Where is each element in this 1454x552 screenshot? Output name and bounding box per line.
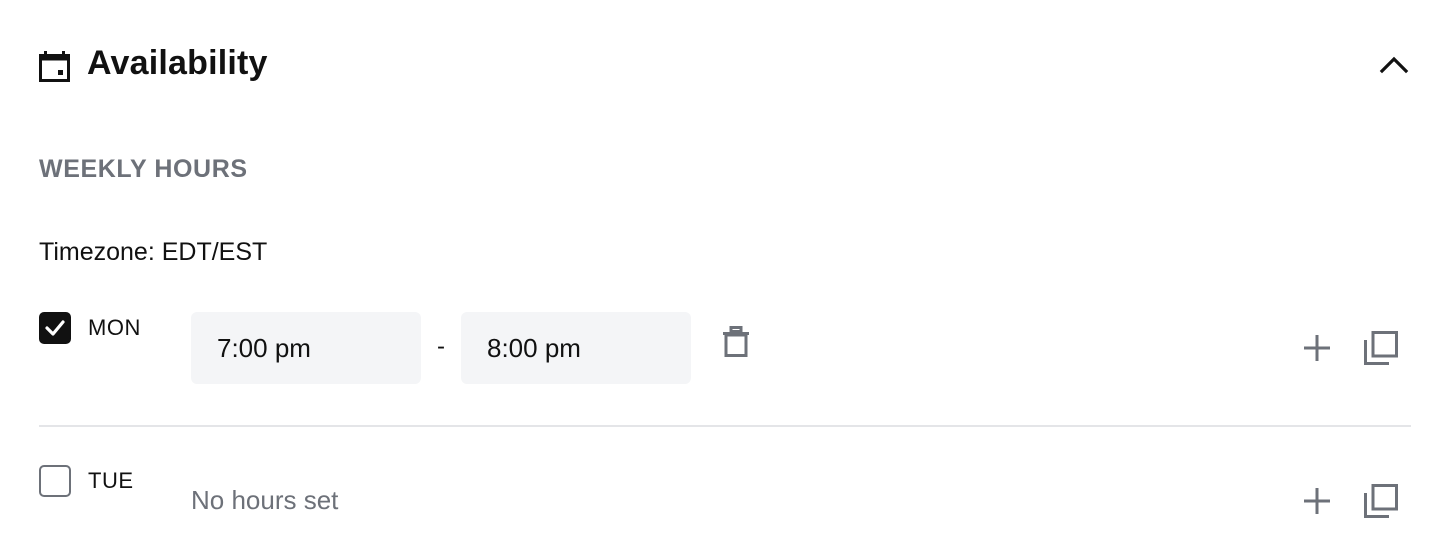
add-time-icon[interactable] bbox=[1303, 487, 1331, 515]
availability-header: Availability bbox=[39, 40, 1411, 90]
start-time-field[interactable]: 7:00 pm bbox=[191, 312, 421, 384]
no-hours-text: No hours set bbox=[191, 485, 339, 515]
section-title: Availability bbox=[87, 44, 268, 82]
time-separator: - bbox=[437, 333, 445, 360]
tue-checkbox[interactable] bbox=[39, 465, 71, 497]
trash-icon[interactable] bbox=[721, 326, 751, 358]
copy-icon[interactable] bbox=[1364, 331, 1398, 365]
day-row-mon: MON 7:00 pm - 8:00 pm bbox=[39, 312, 1411, 427]
calendar-icon bbox=[39, 51, 70, 82]
weekly-hours-label: WEEKLY HOURS bbox=[39, 155, 248, 183]
add-time-icon[interactable] bbox=[1303, 334, 1331, 362]
copy-icon[interactable] bbox=[1364, 484, 1398, 518]
chevron-up-icon[interactable] bbox=[1377, 50, 1411, 80]
mon-checkbox[interactable] bbox=[39, 312, 71, 344]
day-label-tue: TUE bbox=[88, 468, 134, 493]
end-time-field[interactable]: 8:00 pm bbox=[461, 312, 691, 384]
day-label-mon: MON bbox=[88, 315, 141, 340]
day-row-tue: TUE No hours set bbox=[39, 465, 1411, 552]
timezone-label: Timezone: EDT/EST bbox=[39, 238, 268, 266]
